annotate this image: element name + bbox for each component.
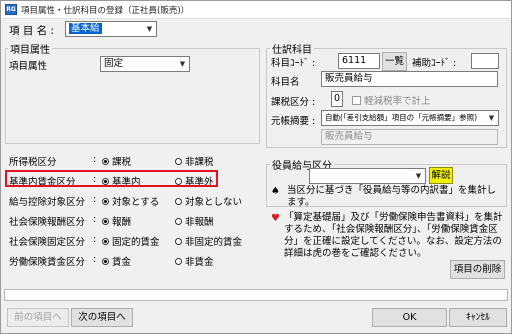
- account-name-label: 科目名: [271, 77, 300, 88]
- memo-value: 自動(「差引支給額」項目の「元帳摘要」参照): [325, 113, 478, 122]
- radio-icon: [102, 198, 109, 205]
- radio-label: 非賃金: [185, 257, 214, 268]
- account-list-button[interactable]: 一覧: [382, 52, 407, 71]
- reduced-tax-label: 軽減税率で計上: [364, 96, 431, 107]
- row-colon: :: [93, 214, 97, 225]
- title-bar: RG 項目属性・仕訳科目の登録（正社員(販売)）: [1, 1, 511, 19]
- radio-icon: [102, 158, 109, 165]
- window-title: 項目属性・仕訳科目の登録（正社員(販売)）: [21, 6, 190, 16]
- radio-label: 課税: [112, 157, 132, 168]
- status-bar: [4, 289, 508, 301]
- row-colon: :: [93, 234, 97, 245]
- officer-note: 当区分に基づき「役員給与等の内訳書」を集計します。: [287, 185, 497, 208]
- explain-button[interactable]: 解説: [429, 167, 453, 184]
- radio-option[interactable]: 非報酬: [175, 214, 214, 228]
- row-colon: :: [93, 154, 97, 165]
- radio-option[interactable]: 課税: [102, 154, 131, 168]
- item-attr-value: 固定: [104, 58, 124, 69]
- radio-label: 対象としない: [185, 197, 243, 208]
- radio-icon: [175, 198, 182, 205]
- officer-select[interactable]: ▼: [309, 168, 426, 184]
- memo-label: 元帳摘要 :: [271, 116, 316, 127]
- journal-group-title: 仕訳科目: [270, 41, 314, 56]
- radio-icon: [175, 258, 182, 265]
- radio-option[interactable]: 対象としない: [175, 194, 242, 208]
- chevron-down-icon: ▼: [412, 169, 425, 183]
- item-name-select[interactable]: 基本給 ▼: [65, 21, 157, 37]
- row-label: 社会保険報酬区分: [9, 217, 86, 228]
- radio-label: 報酬: [112, 217, 132, 228]
- notice-text: 「算定基礎届」及び「労働保険申告書資料」を集計するため、「社会保険報酬区分」、「…: [284, 212, 503, 259]
- radio-icon: [102, 258, 109, 265]
- delete-item-button[interactable]: 項目の削除: [450, 260, 505, 279]
- row-label: 社会保険固定区分: [9, 237, 86, 248]
- memo-text-input[interactable]: 販売員給与: [321, 129, 498, 145]
- radio-label: 賃金: [112, 257, 132, 268]
- tax-class-label: 課税区分 :: [271, 97, 316, 108]
- sub-code-label: 補助ｺｰﾄﾞ :: [412, 58, 457, 69]
- radio-option[interactable]: 非課税: [175, 154, 214, 168]
- ok-button[interactable]: OK: [372, 308, 447, 327]
- radio-option[interactable]: 報酬: [102, 214, 131, 228]
- checkbox-icon: [352, 96, 361, 105]
- radio-label: 非報酬: [185, 217, 214, 228]
- row-label: 労働保険賃金区分: [9, 257, 86, 268]
- sub-code-input[interactable]: [471, 53, 499, 69]
- dialog-window: RG 項目属性・仕訳科目の登録（正社員(販売)） 項 目 名 : 基本給 ▼ 項…: [0, 0, 512, 334]
- radio-icon: [102, 218, 109, 225]
- account-name-input[interactable]: 販売員給与: [321, 71, 498, 87]
- radio-icon: [175, 218, 182, 225]
- row-label: 所得税区分: [9, 157, 57, 168]
- item-attr-select[interactable]: 固定 ▼: [100, 56, 190, 72]
- prev-item-button[interactable]: 前の項目へ: [7, 308, 69, 327]
- radio-label: 非固定的賃金: [185, 237, 243, 248]
- cancel-button[interactable]: ｷｬﾝｾﾙ: [449, 308, 507, 327]
- radio-option[interactable]: 非賃金: [175, 254, 214, 268]
- radio-option[interactable]: 賃金: [102, 254, 131, 268]
- memo-select[interactable]: 自動(「差引支給額」項目の「元帳摘要」参照) ▼: [321, 110, 499, 126]
- radio-icon: [102, 238, 109, 245]
- radio-icon: [175, 158, 182, 165]
- row-label: 給与控除対象区分: [9, 197, 86, 208]
- chevron-down-icon: ▼: [176, 57, 189, 71]
- item-attr-label: 項目属性: [9, 61, 48, 72]
- radio-option[interactable]: 固定的賃金: [102, 234, 160, 248]
- radio-label: 固定的賃金: [112, 237, 160, 248]
- next-item-button[interactable]: 次の項目へ: [71, 308, 133, 327]
- row-colon: :: [93, 254, 97, 265]
- radio-icon: [175, 238, 182, 245]
- reduced-tax-checkbox[interactable]: 軽減税率で計上: [352, 93, 431, 107]
- chevron-down-icon: ▼: [485, 111, 498, 125]
- radio-label: 非課税: [185, 157, 214, 168]
- highlight-box: [5, 170, 218, 187]
- heart-icon: ♥: [271, 213, 280, 224]
- spade-icon: ♠: [271, 186, 280, 197]
- app-icon: RG: [5, 4, 17, 15]
- tax-class-input[interactable]: 0: [331, 91, 343, 107]
- attributes-group-title: 項目属性: [8, 41, 52, 56]
- radio-option[interactable]: 非固定的賃金: [175, 234, 242, 248]
- radio-label: 対象とする: [112, 197, 160, 208]
- item-name-label: 項 目 名 :: [9, 25, 55, 37]
- item-name-value: 基本給: [69, 23, 102, 34]
- chevron-down-icon: ▼: [143, 22, 156, 36]
- row-colon: :: [93, 194, 97, 205]
- radio-option[interactable]: 対象とする: [102, 194, 159, 208]
- account-code-label: 科目ｺｰﾄﾞ :: [271, 58, 316, 69]
- account-code-input[interactable]: 6111: [338, 53, 380, 69]
